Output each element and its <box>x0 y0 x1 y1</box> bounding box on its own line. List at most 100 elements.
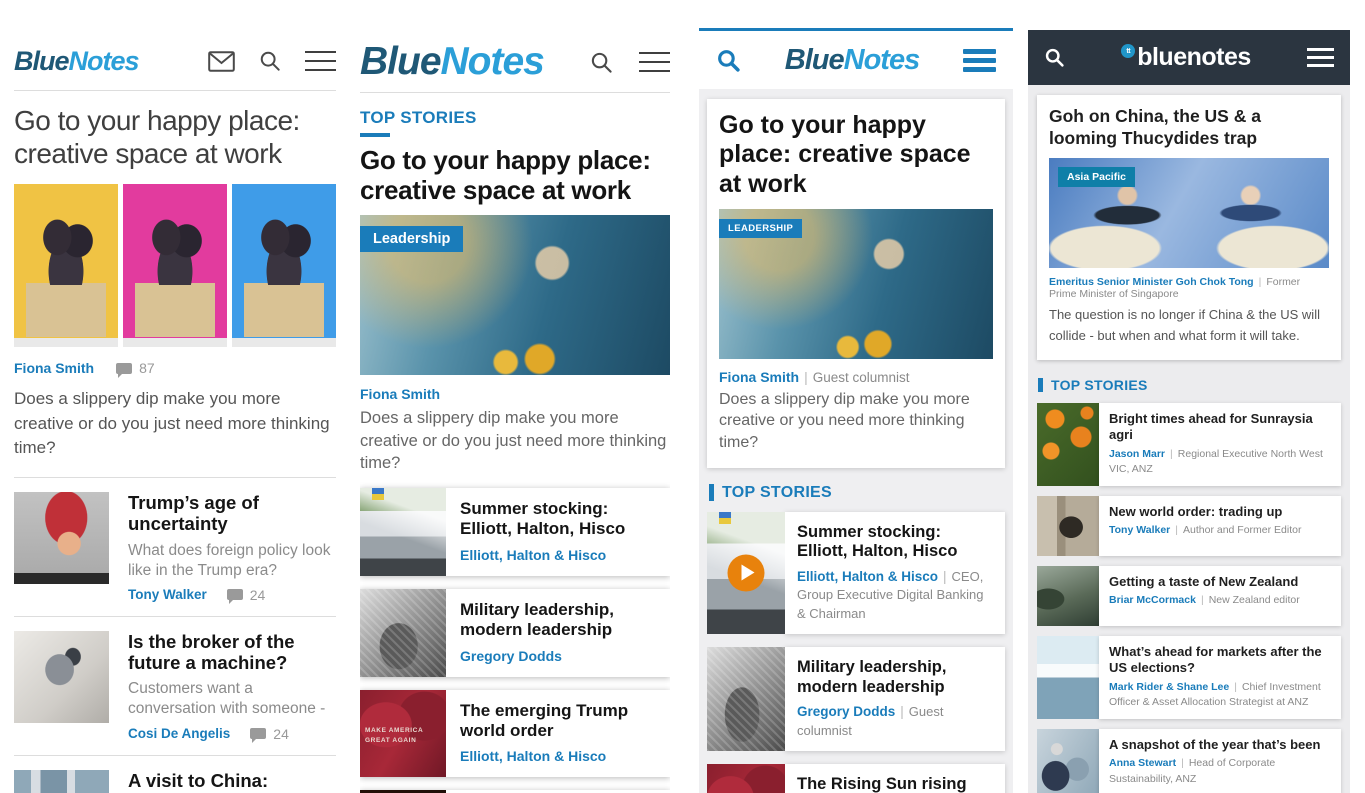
story-title[interactable]: Summer stocking: Elliott, Halton, Hisco <box>460 499 656 540</box>
hamburger-menu-icon[interactable] <box>305 44 336 78</box>
phone-view-3: BlueNotes Go to your happy place: creati… <box>699 28 1013 793</box>
hamburger-menu-icon[interactable] <box>963 45 996 76</box>
story-title[interactable]: The Rising Sun rising again in Australia <box>797 775 993 793</box>
logo-word-blue: Blue <box>360 40 441 83</box>
logo-word-notes: Notes <box>69 46 139 76</box>
bluenotes-logo[interactable]: BlueNotes <box>360 40 544 84</box>
author-link[interactable]: Elliott, Halton & Hisco <box>797 569 938 584</box>
header: ttbluenotes <box>1028 30 1350 85</box>
author-link[interactable]: Anna Stewart <box>1109 757 1176 769</box>
separator: | <box>1254 276 1267 288</box>
bluenotes-logo[interactable]: BlueNotes <box>785 44 919 77</box>
lead-headline[interactable]: Go to your happy place: creative space a… <box>360 146 670 205</box>
thumb-white-car <box>360 488 446 576</box>
story-card[interactable]: MAKE AMERICA GREAT AGAIN The emerging Tr… <box>360 690 670 778</box>
separator: | <box>895 704 909 719</box>
category-tag[interactable]: Asia Pacific <box>1058 167 1135 187</box>
story-meta: Anna Stewart|Head of Corporate Sustainab… <box>1109 756 1331 788</box>
story-title[interactable]: Is the broker of the future a machine? <box>128 631 336 674</box>
story-title[interactable]: The emerging Trump world order <box>460 701 656 742</box>
section-label[interactable]: TOP STORIES <box>360 108 477 127</box>
story-card[interactable]: Military leadership, modern leadership G… <box>707 647 1005 751</box>
lead-image-office[interactable]: Leadership <box>360 215 670 375</box>
lead-meta: Emeritus Senior Minister Goh Chok Tong|F… <box>1049 276 1329 300</box>
mail-icon[interactable] <box>208 51 235 72</box>
thumb-icy-lake <box>1037 636 1099 719</box>
search-icon[interactable] <box>1044 47 1065 68</box>
search-icon[interactable] <box>590 51 613 74</box>
story-card[interactable]: Summer stocking: Elliott, Halton, Hisco … <box>360 488 670 576</box>
play-icon[interactable] <box>728 554 765 591</box>
section-label[interactable]: TOP STORIES <box>722 484 832 502</box>
story-title[interactable]: Getting a taste of New Zealand <box>1109 574 1331 590</box>
author-link[interactable]: Emeritus Senior Minister Goh Chok Tong <box>1049 276 1254 288</box>
story-card[interactable]: New world order: trading up Tony Walker|… <box>1037 496 1341 556</box>
author-link[interactable]: Tony Walker <box>1109 524 1170 536</box>
comment-count[interactable]: 24 <box>250 726 289 742</box>
story-title[interactable]: New world order: trading up <box>1109 504 1331 520</box>
author-link[interactable]: Elliott, Halton & Hisco <box>460 748 606 764</box>
story-card[interactable]: Military leadership, modern leadership G… <box>360 589 670 677</box>
story-title[interactable]: Summer stocking: Elliott, Halton, Hisco <box>797 523 993 563</box>
story-title[interactable]: Bright times ahead for Sunraysia agri <box>1109 411 1331 444</box>
story-title[interactable]: A visit to China: beyond excess credit <box>128 770 336 793</box>
story-row[interactable]: Is the broker of the future a machine? C… <box>14 617 336 755</box>
lead-description: The question is no longer if China & the… <box>1049 305 1329 347</box>
story-row[interactable]: Trump’s age of uncertainty What does for… <box>14 478 336 616</box>
story-meta: Tony Walker 24 <box>128 587 336 603</box>
story-card[interactable]: MAKE AMERICA GREAT AGAIN The Rising Sun … <box>707 764 1005 793</box>
hamburger-menu-icon[interactable] <box>639 45 670 79</box>
thumb-man-in-suit[interactable] <box>14 770 109 793</box>
thumb-robotic-hand[interactable] <box>14 631 109 723</box>
author-link[interactable]: Gregory Dodds <box>460 648 562 664</box>
story-meta: Tony Walker|Author and Former Editor <box>1109 523 1331 539</box>
comment-count[interactable]: 87 <box>116 360 155 376</box>
lead-image-creative-booths[interactable] <box>14 184 336 347</box>
author-link[interactable]: Jason Marr <box>1109 448 1165 460</box>
author-link[interactable]: Elliott, Halton & Hisco <box>460 547 606 563</box>
story-card[interactable]: Getting a taste of New Zealand Briar McC… <box>1037 566 1341 626</box>
story-card[interactable]: What’s ahead for markets after the US el… <box>1037 636 1341 719</box>
author-link[interactable]: Briar McCormack <box>1109 594 1196 606</box>
lead-image-interview[interactable]: Asia Pacific <box>1049 158 1329 268</box>
section-label[interactable]: TOP STORIES <box>1051 377 1148 393</box>
story-summary: Customers want a conversation with someo… <box>128 679 336 719</box>
story-title[interactable]: What’s ahead for markets after the US el… <box>1109 644 1331 677</box>
lead-headline[interactable]: Goh on China, the US & a looming Thucydi… <box>1049 105 1329 149</box>
bluenotes-logo[interactable]: BlueNotes <box>14 46 139 77</box>
story-title[interactable]: Trump’s age of uncertainty <box>128 492 336 535</box>
author-link[interactable]: Mark Rider & Shane Lee <box>1109 681 1229 693</box>
lead-card: Go to your happy place: creative space a… <box>707 99 1005 468</box>
story-card[interactable]: Bright times ahead for Sunraysia agri Ja… <box>1037 403 1341 486</box>
author-link[interactable]: Tony Walker <box>128 587 207 602</box>
thumb-street-art <box>1037 496 1099 556</box>
author-link[interactable]: Fiona Smith <box>14 360 94 376</box>
search-icon[interactable] <box>259 50 281 72</box>
phone-view-1: BlueNotes Go to your happy place: creati… <box>14 0 336 793</box>
author-link[interactable]: Fiona Smith <box>719 369 799 385</box>
category-tag[interactable]: Leadership <box>360 226 463 252</box>
story-card[interactable]: Summer stocking: Elliott, Halton, Hisco … <box>707 512 1005 634</box>
story-title[interactable]: A snapshot of the year that’s been <box>1109 737 1331 753</box>
story-meta: Cosi De Angelis 24 <box>128 726 336 742</box>
header-actions <box>208 44 336 78</box>
author-link[interactable]: Fiona Smith <box>360 386 440 402</box>
story-row[interactable]: A visit to China: beyond excess credit A… <box>14 756 336 793</box>
category-tag[interactable]: LEADERSHIP <box>719 219 802 238</box>
story-card[interactable]: A snapshot of the year that’s been Anna … <box>1037 729 1341 793</box>
search-icon[interactable] <box>716 48 741 73</box>
lead-headline[interactable]: Go to your happy place: creative space a… <box>14 104 336 170</box>
author-link[interactable]: Cosi De Angelis <box>128 726 230 741</box>
author-link[interactable]: Gregory Dodds <box>797 704 895 719</box>
lead-image-office[interactable]: LEADERSHIP <box>719 209 993 359</box>
hamburger-menu-icon[interactable] <box>1307 43 1334 72</box>
story-title[interactable]: Military leadership, modern leadership <box>460 600 656 641</box>
comment-count[interactable]: 24 <box>227 587 266 603</box>
logo-word-blue: Blue <box>14 46 69 76</box>
lead-headline[interactable]: Go to your happy place: creative space a… <box>719 111 993 199</box>
thumb-people-tablet <box>1037 729 1099 793</box>
bluenotes-logo[interactable]: ttbluenotes <box>1121 43 1251 72</box>
lead-meta: Fiona Smith 87 <box>14 360 336 376</box>
thumb-trump-red-cap[interactable] <box>14 492 109 584</box>
story-title[interactable]: Military leadership, modern leadership <box>797 658 993 698</box>
